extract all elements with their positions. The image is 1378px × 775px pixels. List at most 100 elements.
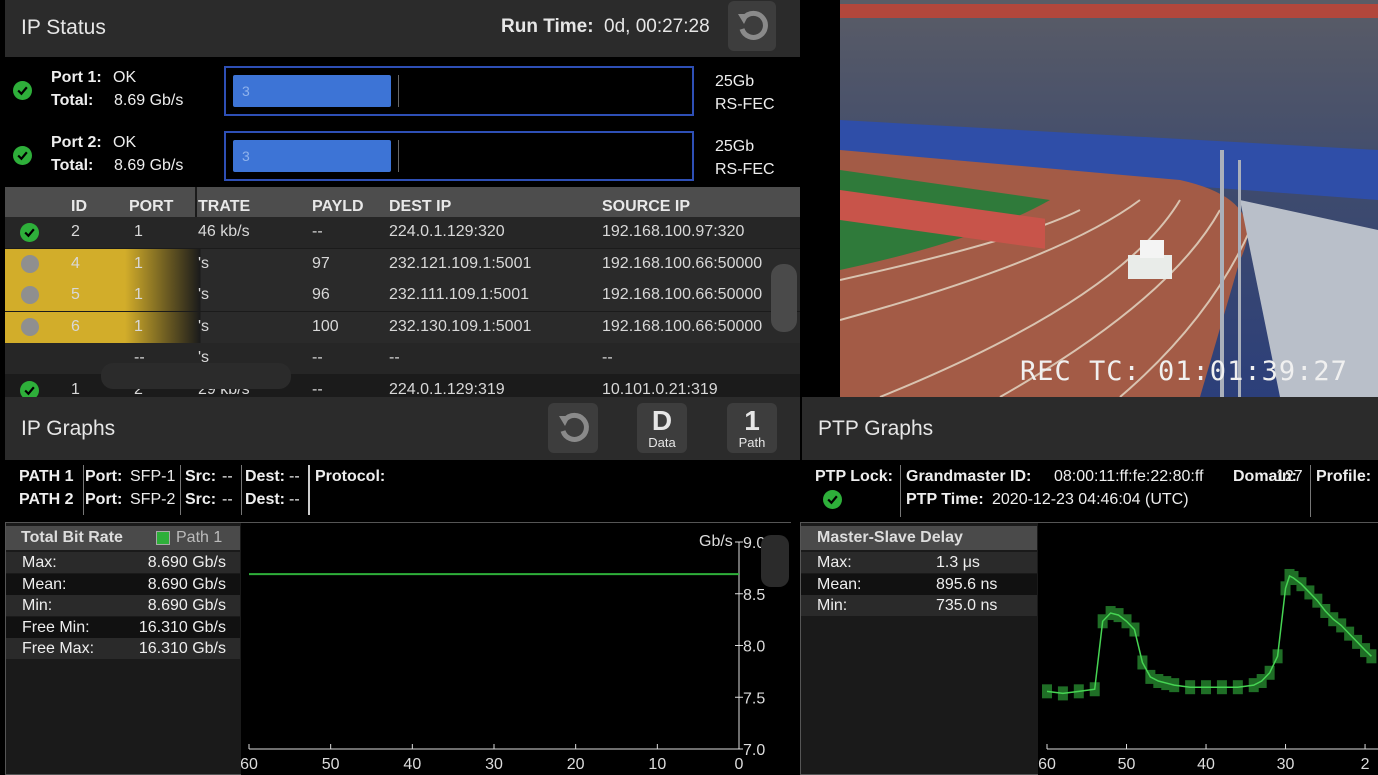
divider: [83, 465, 84, 515]
stat-row: Free Max: 16.310 Gb/s: [6, 638, 240, 660]
col-header-rate[interactable]: TRATE: [198, 198, 250, 216]
cell-payload: 96: [312, 286, 330, 303]
port1-total-label: Total:: [51, 92, 94, 109]
delay-stats-title: Master-Slave Delay: [817, 529, 963, 546]
path-button-label: Path: [738, 434, 766, 450]
y-tick-label: 8.5: [743, 587, 765, 604]
ip-status-title: IP Status: [21, 16, 106, 39]
ptp-lock-label: PTP Lock:: [815, 468, 893, 485]
col-header-id[interactable]: ID: [71, 198, 87, 216]
ptp-graphs-title: PTP Graphs: [818, 417, 934, 440]
cell-source: 10.101.0.21:319: [602, 380, 718, 398]
port2-speed: 25Gb: [715, 138, 755, 155]
stream-table: ID PORT TRATE PAYLD DEST IP SOURCE IP 2 1…: [5, 187, 800, 397]
stat-value: 16.310 Gb/s: [138, 618, 226, 636]
y-tick-label: 8.0: [743, 639, 765, 656]
ptp-time-label: PTP Time:: [906, 491, 984, 508]
path-select-button[interactable]: 1 Path: [727, 403, 777, 453]
bit-rate-unit-label: Gb/s: [699, 533, 733, 550]
port2-status: OK: [113, 134, 137, 151]
port2-total-label: Total:: [51, 157, 94, 174]
bit-rate-stats-title-bar: Total Bit Rate Path 1: [6, 526, 240, 550]
port2-label: Port 2:: [51, 134, 102, 151]
ptp-graph-box: Master-Slave Delay Max: 1.3 μs Mean: 895.6 …: [800, 522, 1378, 775]
bit-rate-stats-title: Total Bit Rate: [21, 529, 123, 546]
cell-port: 1: [134, 223, 143, 240]
stat-value: 16.310 Gb/s: [138, 640, 226, 658]
data-glyph: D: [651, 404, 673, 436]
ports-area: Port 1: OK Total: 8.69 Gb/s 3 25Gb RS-FE…: [5, 57, 800, 187]
cell-rate: 46 kb/s: [198, 223, 250, 240]
stat-label: Min:: [22, 597, 53, 615]
path1-dest-label: Dest:: [245, 468, 286, 485]
table-horizontal-scrollbar[interactable]: [101, 363, 291, 389]
table-row[interactable]: 2 1 46 kb/s -- 224.0.1.129:320 192.168.100.97…: [5, 217, 800, 248]
path1-src-value: --: [222, 468, 233, 485]
stadium-image: [840, 0, 1378, 397]
port1-status: OK: [113, 69, 137, 86]
reset-run-time-button[interactable]: [728, 1, 776, 51]
col-header-dest-ip[interactable]: DEST IP: [389, 198, 451, 216]
port2-fec: RS-FEC: [715, 161, 775, 178]
x-tick-label: 40: [403, 756, 421, 773]
reset-graph-button[interactable]: [548, 403, 598, 453]
table-row[interactable]: 5 1 's 96 232.111.109.1:5001 192.168.100.66:5…: [5, 280, 800, 311]
port2-ok-icon: [13, 146, 32, 165]
ptp-graphs-header: PTP Graphs: [802, 397, 1378, 460]
stat-label: Max:: [22, 554, 57, 571]
path2-port-value: SFP-2: [130, 491, 176, 508]
stat-value: 8.690 Gb/s: [147, 575, 226, 593]
path1-port-label: Port:: [85, 468, 123, 485]
stat-value: 735.0 ns: [936, 597, 998, 615]
grandmaster-id-label: Grandmaster ID:: [906, 468, 1032, 485]
cell-rate: 's: [198, 254, 210, 272]
stat-row: Min: 735.0 ns: [801, 595, 1037, 617]
ip-status-header: IP Status Run Time: 0d, 00:27:28: [5, 0, 800, 57]
graph-scrollbar[interactable]: [761, 535, 789, 587]
cell-payload: 97: [312, 254, 330, 272]
cell-dest: 224.0.1.129:320: [389, 223, 505, 240]
stat-row: Mean: 895.6 ns: [801, 573, 1037, 595]
path1-legend-swatch[interactable]: [156, 531, 170, 545]
stat-label: Free Max:: [22, 640, 95, 658]
path2-src-value: --: [222, 491, 233, 508]
col-header-payload[interactable]: PAYLD: [312, 198, 364, 216]
x-tick-label: 40: [1197, 756, 1215, 773]
delay-stats-title-bar: Master-Slave Delay: [801, 526, 1037, 550]
table-vertical-scrollbar[interactable]: [771, 264, 797, 332]
divider: [1310, 465, 1311, 517]
x-tick-label: 10: [648, 756, 666, 773]
path1-legend-label: Path 1: [176, 529, 223, 546]
col-header-port[interactable]: PORT: [129, 198, 173, 216]
divider: [180, 465, 181, 515]
cell-dest: 232.111.109.1:5001: [389, 286, 529, 303]
timecode-overlay: REC TC: 01:01:39:27: [1020, 356, 1348, 387]
x-tick-label: 50: [322, 756, 340, 773]
data-view-button[interactable]: D Data: [637, 403, 687, 453]
cell-rate: 's: [198, 317, 210, 335]
port1-usage-marker: [398, 75, 399, 107]
path2-name: PATH 2: [19, 491, 74, 508]
path-info: PATH 1 Port: SFP-1 Src: -- Dest: -- PATH…: [5, 460, 800, 522]
x-tick-label: 30: [485, 756, 503, 773]
col-header-source-ip[interactable]: SOURCE IP: [602, 198, 690, 216]
divider: [900, 465, 901, 517]
ptp-lock-icon: [823, 490, 842, 509]
port2-usage-bar: 3: [224, 131, 694, 181]
cell-rate: 's: [198, 286, 210, 303]
x-tick-label: 2: [1361, 756, 1370, 773]
cell-id: 2: [71, 223, 80, 240]
row-ok-icon: [20, 380, 39, 397]
profile-label: Profile:: [1316, 468, 1372, 485]
table-row[interactable]: 4 1 's 97 232.121.109.1:5001 192.168.100.66:5…: [5, 248, 800, 280]
video-preview[interactable]: REC TC: 01:01:39:27: [840, 0, 1378, 397]
bit-rate-chart: 9.08.58.07.57.060 50 40 30 20 10 0: [240, 535, 765, 773]
run-time-value: 0d, 00:27:28: [604, 16, 710, 37]
cell-payload: --: [312, 223, 323, 240]
table-row[interactable]: 6 1 's 100 232.130.109.1:5001 192.168.100.66:…: [5, 311, 800, 343]
delay-stats: Max: 1.3 μs Mean: 895.6 ns Min: 735.0 ns: [801, 552, 1037, 618]
stat-label: Free Min:: [22, 618, 90, 636]
y-tick-label: 7.0: [743, 742, 765, 759]
stat-value: 8.690 Gb/s: [147, 597, 226, 615]
stat-row: Max: 8.690 Gb/s: [6, 552, 240, 573]
